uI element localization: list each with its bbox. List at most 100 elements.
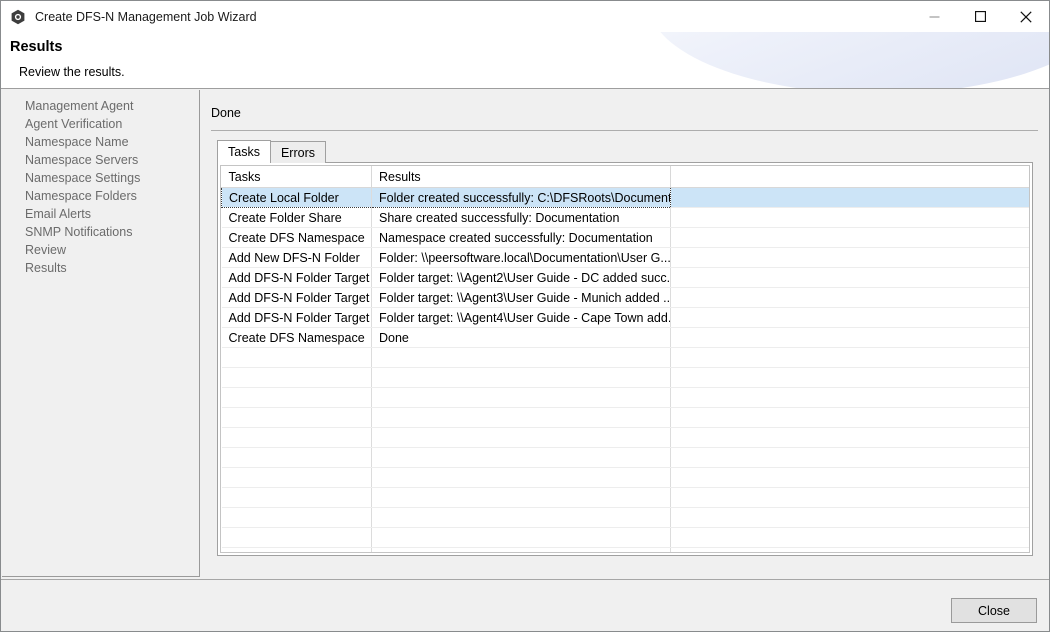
window-controls	[911, 1, 1049, 32]
app-hexagon-icon	[10, 9, 26, 25]
cell-task: Create DFS Namespace	[222, 228, 372, 248]
cell-spacer	[671, 408, 1030, 428]
wizard-steps-sidebar: Management Agent Agent Verification Name…	[2, 90, 200, 577]
cell-spacer	[671, 528, 1030, 548]
cell-spacer	[671, 308, 1030, 328]
sidebar-item-results[interactable]: Results	[2, 259, 199, 277]
cell-task	[222, 548, 372, 554]
cell-spacer	[671, 348, 1030, 368]
sidebar-item-management-agent[interactable]: Management Agent	[2, 97, 199, 115]
sidebar-item-namespace-settings[interactable]: Namespace Settings	[2, 169, 199, 187]
close-button-titlebar[interactable]	[1003, 1, 1049, 32]
cell-spacer	[671, 228, 1030, 248]
tab-strip: Tasks Errors	[217, 140, 1033, 163]
table-row[interactable]: Add New DFS-N FolderFolder: \\peersoftwa…	[222, 248, 1030, 268]
cell-spacer	[671, 208, 1030, 228]
cell-task: Create DFS Namespace	[222, 328, 372, 348]
cell-task	[222, 448, 372, 468]
cell-spacer	[671, 288, 1030, 308]
table-row[interactable]: Create Folder ShareShare created success…	[222, 208, 1030, 228]
page-title: Results	[10, 39, 62, 55]
cell-spacer	[671, 468, 1030, 488]
maximize-button[interactable]	[957, 1, 1003, 32]
status-divider	[211, 130, 1038, 131]
header-swoosh-decoration	[649, 32, 1049, 89]
sidebar-item-review[interactable]: Review	[2, 241, 199, 259]
minimize-button[interactable]	[911, 1, 957, 32]
table-row[interactable]: Create DFS NamespaceDone	[222, 328, 1030, 348]
cell-task	[222, 368, 372, 388]
table-row[interactable]: Add DFS-N Folder TargetFolder target: \\…	[222, 288, 1030, 308]
column-header-spacer	[671, 166, 1030, 188]
table-header: Tasks Results	[222, 166, 1030, 188]
table-row-empty[interactable]	[222, 548, 1030, 554]
sidebar-item-namespace-folders[interactable]: Namespace Folders	[2, 187, 199, 205]
cell-spacer	[671, 268, 1030, 288]
table-row-empty[interactable]	[222, 428, 1030, 448]
cell-result: Folder target: \\Agent2\User Guide - DC …	[372, 268, 671, 288]
table-row[interactable]: Create DFS NamespaceNamespace created su…	[222, 228, 1030, 248]
window-title: Create DFS-N Management Job Wizard	[35, 10, 257, 24]
table-row[interactable]: Add DFS-N Folder TargetFolder target: \\…	[222, 268, 1030, 288]
table-row[interactable]: Add DFS-N Folder TargetFolder target: \\…	[222, 308, 1030, 328]
cell-result	[372, 528, 671, 548]
cell-task	[222, 408, 372, 428]
cell-result	[372, 448, 671, 468]
sidebar-item-namespace-name[interactable]: Namespace Name	[2, 133, 199, 151]
cell-result	[372, 368, 671, 388]
table-row-empty[interactable]	[222, 388, 1030, 408]
table-row-empty[interactable]	[222, 508, 1030, 528]
sidebar-item-agent-verification[interactable]: Agent Verification	[2, 115, 199, 133]
table-row-empty[interactable]	[222, 348, 1030, 368]
cell-task	[222, 428, 372, 448]
cell-task	[222, 348, 372, 368]
cell-result: Folder created successfully: C:\DFSRoots…	[372, 188, 671, 208]
cell-spacer	[671, 388, 1030, 408]
table-row-empty[interactable]	[222, 528, 1030, 548]
maximize-icon	[975, 11, 986, 22]
column-header-tasks[interactable]: Tasks	[222, 166, 372, 188]
cell-result: Share created successfully: Documentatio…	[372, 208, 671, 228]
title-bar: Create DFS-N Management Job Wizard	[1, 1, 1049, 32]
cell-result: Folder: \\peersoftware.local\Documentati…	[372, 248, 671, 268]
cell-result: Folder target: \\Agent4\User Guide - Cap…	[372, 308, 671, 328]
body-area: Management Agent Agent Verification Name…	[1, 89, 1049, 579]
sidebar-item-snmp-notifications[interactable]: SNMP Notifications	[2, 223, 199, 241]
cell-spacer	[671, 428, 1030, 448]
table-row-empty[interactable]	[222, 408, 1030, 428]
table-row-empty[interactable]	[222, 488, 1030, 508]
cell-task: Add DFS-N Folder Target	[222, 268, 372, 288]
cell-spacer	[671, 448, 1030, 468]
cell-spacer	[671, 548, 1030, 554]
status-text: Done	[211, 106, 241, 120]
cell-result	[372, 548, 671, 554]
sidebar-item-email-alerts[interactable]: Email Alerts	[2, 205, 199, 223]
table-row-empty[interactable]	[222, 468, 1030, 488]
cell-result	[372, 388, 671, 408]
cell-spacer	[671, 368, 1030, 388]
tab-tasks[interactable]: Tasks	[217, 140, 271, 163]
tab-errors[interactable]: Errors	[270, 141, 326, 163]
column-header-results[interactable]: Results	[372, 166, 671, 188]
page-header: Results Review the results.	[1, 32, 1049, 89]
cell-result: Folder target: \\Agent3\User Guide - Mun…	[372, 288, 671, 308]
cell-result	[372, 408, 671, 428]
cell-task	[222, 488, 372, 508]
close-button[interactable]: Close	[951, 598, 1037, 623]
results-table-inner[interactable]: Tasks Results Create Local FolderFolder …	[220, 165, 1030, 553]
cell-result	[372, 468, 671, 488]
cell-result: Namespace created successfully: Document…	[372, 228, 671, 248]
table-row-empty[interactable]	[222, 368, 1030, 388]
cell-result	[372, 488, 671, 508]
table-row[interactable]: Create Local FolderFolder created succes…	[222, 188, 1030, 208]
cell-result: Done	[372, 328, 671, 348]
sidebar-item-namespace-servers[interactable]: Namespace Servers	[2, 151, 199, 169]
close-icon	[1020, 11, 1032, 23]
cell-task: Add New DFS-N Folder	[222, 248, 372, 268]
cell-result	[372, 508, 671, 528]
cell-task: Create Local Folder	[222, 188, 372, 208]
table-row-empty[interactable]	[222, 448, 1030, 468]
minimize-icon	[929, 11, 940, 22]
content-pane: Done Tasks Errors Tasks Results	[201, 89, 1049, 579]
cell-task: Add DFS-N Folder Target	[222, 308, 372, 328]
